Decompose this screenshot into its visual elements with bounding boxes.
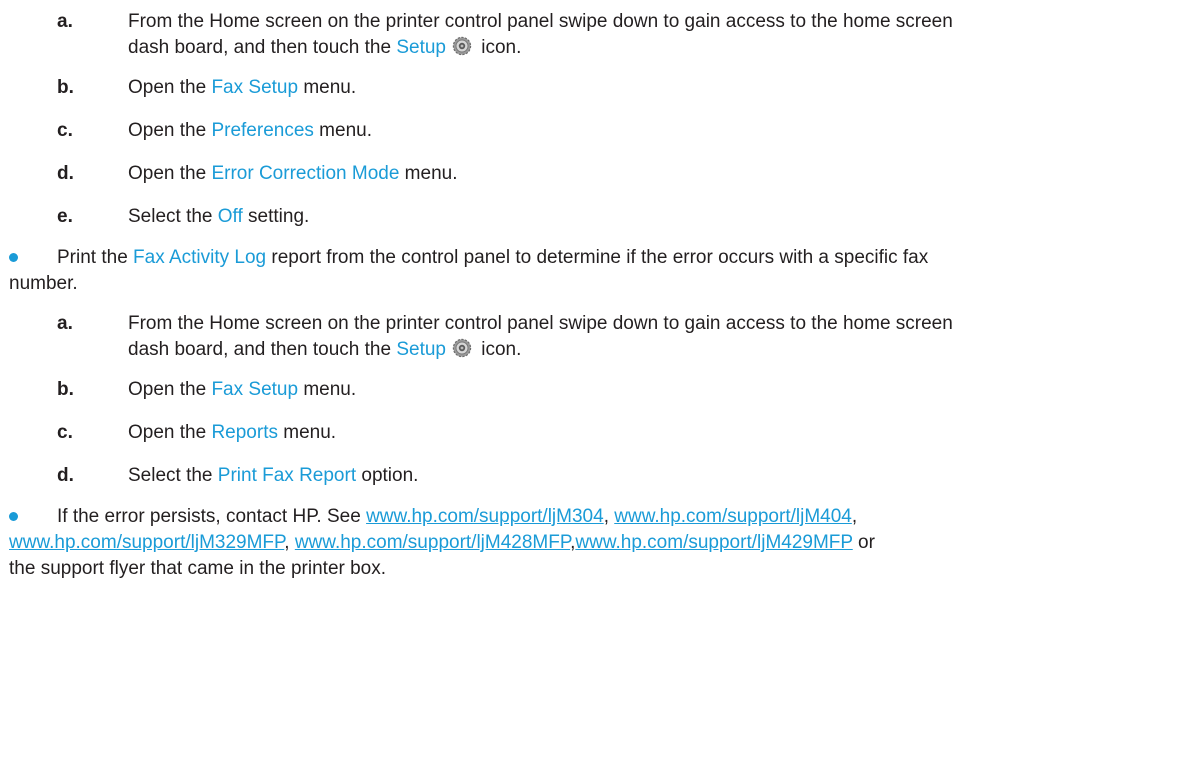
step-text-pre: Select the [128,465,218,486]
print-fax-report-option-name: Print Fax Report [217,465,357,486]
off-setting-name: Off [217,206,243,227]
step-text-pre: Open the [128,379,212,400]
step-text: Open the Fax Setup menu. [128,75,356,101]
fax-setup-menu-name: Fax Setup [211,379,299,400]
setup-menu-name: Setup [396,37,446,58]
step-text-line2: dash board, and then touch the Setup ico… [128,35,521,64]
step-text-post: icon. [475,37,522,58]
step-text-post: setting. [242,206,310,227]
bullet-marker [9,512,18,521]
bullet-text-line2: www.hp.com/support/ljM329MFP, www.hp.com… [9,530,875,556]
step-text: Open the Reports menu. [128,420,336,446]
support-link-ljm304[interactable]: www.hp.com/support/ljM304 [366,506,604,527]
reports-menu-name: Reports [211,422,278,443]
setup-menu-name: Setup [396,339,446,360]
step-text-pre: Select the [128,206,218,227]
step-text: From the Home screen on the printer cont… [128,311,953,337]
step-text: Select the Print Fax Report option. [128,463,418,489]
step-text-post: icon. [475,339,522,360]
fax-activity-log-name: Fax Activity Log [133,247,267,268]
step-text-pre: Open the [128,163,212,184]
link-separator: , [284,532,295,553]
fax-setup-menu-name: Fax Setup [211,77,299,98]
error-correction-mode-menu-name: Error Correction Mode [211,163,400,184]
bullet-marker [9,253,18,262]
step-text-pre: dash board, and then touch the [128,37,397,58]
bullet-text-post: report from the control panel to determi… [266,247,929,268]
bullet-text-or: or [852,532,875,553]
step-text-post: menu. [298,77,357,98]
bullet-text: Print the Fax Activity Log report from t… [57,245,928,271]
step-text-post: menu. [277,422,337,443]
support-link-ljm404[interactable]: www.hp.com/support/ljM404 [614,506,852,527]
step-text-line1: From the Home screen on the printer cont… [128,11,953,32]
bullet-text: If the error persists, contact HP. See w… [57,504,857,530]
link-separator: , [851,506,858,527]
support-link-ljm329mfp[interactable]: www.hp.com/support/ljM329MFP [9,532,284,553]
step-text-pre: Open the [128,77,212,98]
step-letter: a. [57,313,73,334]
gear-icon [452,36,472,64]
step-text: Open the Fax Setup menu. [128,377,356,403]
step-text-line1: From the Home screen on the printer cont… [128,313,953,334]
step-text: Select the Off setting. [128,204,309,230]
step-letter: e. [57,206,73,227]
step-text-post: menu. [313,120,372,141]
step-letter: d. [57,465,74,486]
support-link-ljm428mfp[interactable]: www.hp.com/support/ljM428MFP [295,532,570,553]
step-letter: a. [57,11,73,32]
step-text-pre: dash board, and then touch the [128,339,397,360]
bullet-text-pre: If the error persists, contact HP. See [57,506,367,527]
step-text-pre: Open the [128,120,212,141]
support-link-ljm429mfp[interactable]: www.hp.com/support/ljM429MFP [575,532,852,553]
step-letter: d. [57,163,74,184]
step-text-post: menu. [399,163,458,184]
step-text: Open the Error Correction Mode menu. [128,161,458,187]
bullet-text-line2: number. [9,273,78,294]
step-text-post: option. [356,465,419,486]
step-text: From the Home screen on the printer cont… [128,9,953,35]
preferences-menu-name: Preferences [211,120,314,141]
link-separator: , [603,506,615,527]
step-letter: b. [57,77,74,98]
gear-icon [452,338,472,366]
step-text-line2: dash board, and then touch the Setup ico… [128,337,521,366]
bullet-text-line3: the support flyer that came in the print… [9,558,387,579]
step-text-post: menu. [298,379,357,400]
step-text-pre: Open the [128,422,212,443]
step-letter: c. [57,120,73,141]
step-text: Open the Preferences menu. [128,118,372,144]
step-letter: b. [57,379,74,400]
bullet-text-pre: Print the [57,247,134,268]
step-letter: c. [57,422,73,443]
